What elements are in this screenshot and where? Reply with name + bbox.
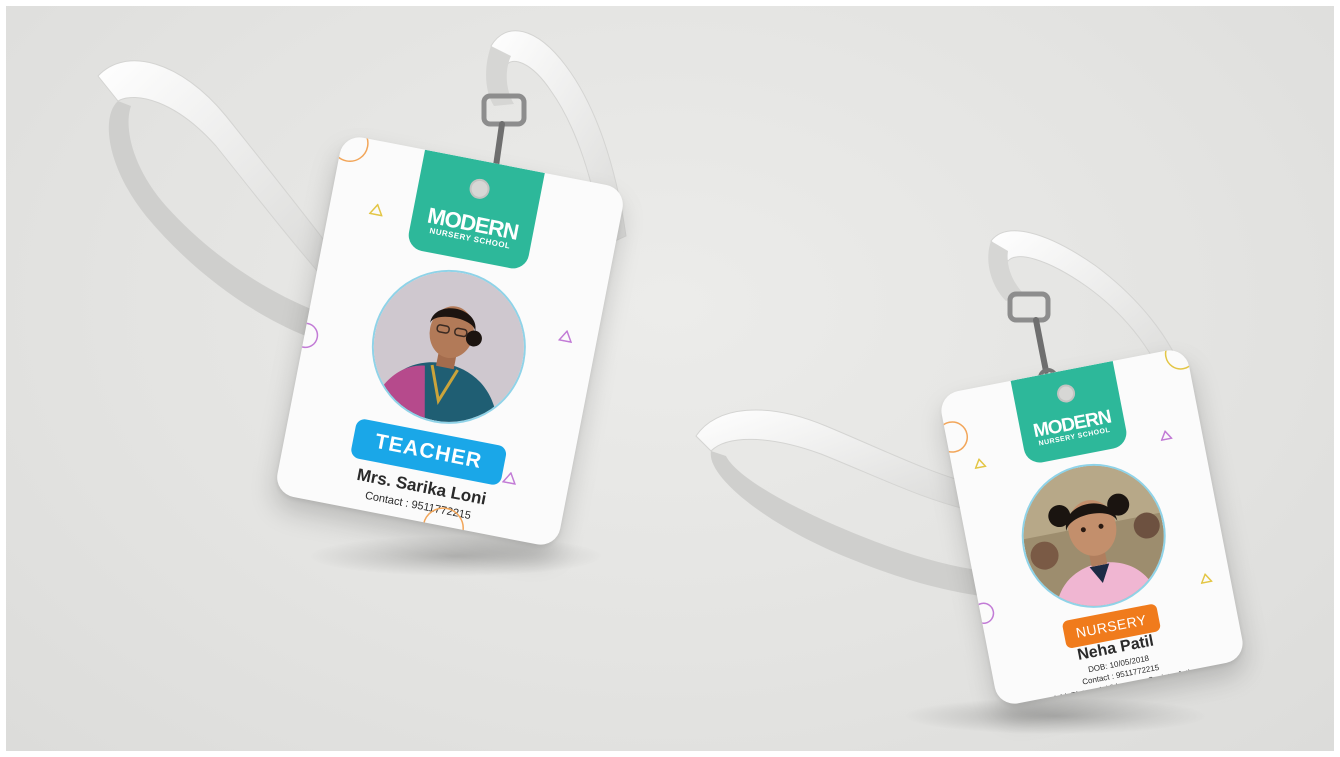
student-photo bbox=[1009, 451, 1179, 621]
teacher-photo bbox=[358, 256, 540, 438]
triangle-decoration bbox=[501, 471, 517, 486]
teacher-card-shadow bbox=[311, 536, 601, 576]
triangle-decoration bbox=[368, 203, 383, 217]
product-mockup-scene: MODERN NURSERY SCHOOL TEACHER Mrs. Sarik… bbox=[6, 6, 1334, 751]
triangle-decoration bbox=[1200, 572, 1213, 585]
student-card-shadow bbox=[906, 698, 1206, 734]
triangle-decoration bbox=[558, 329, 573, 344]
triangle-decoration bbox=[974, 457, 987, 470]
school-logo-tab: MODERN NURSERY SCHOOL bbox=[1010, 360, 1130, 466]
triangle-decoration bbox=[1160, 429, 1173, 442]
